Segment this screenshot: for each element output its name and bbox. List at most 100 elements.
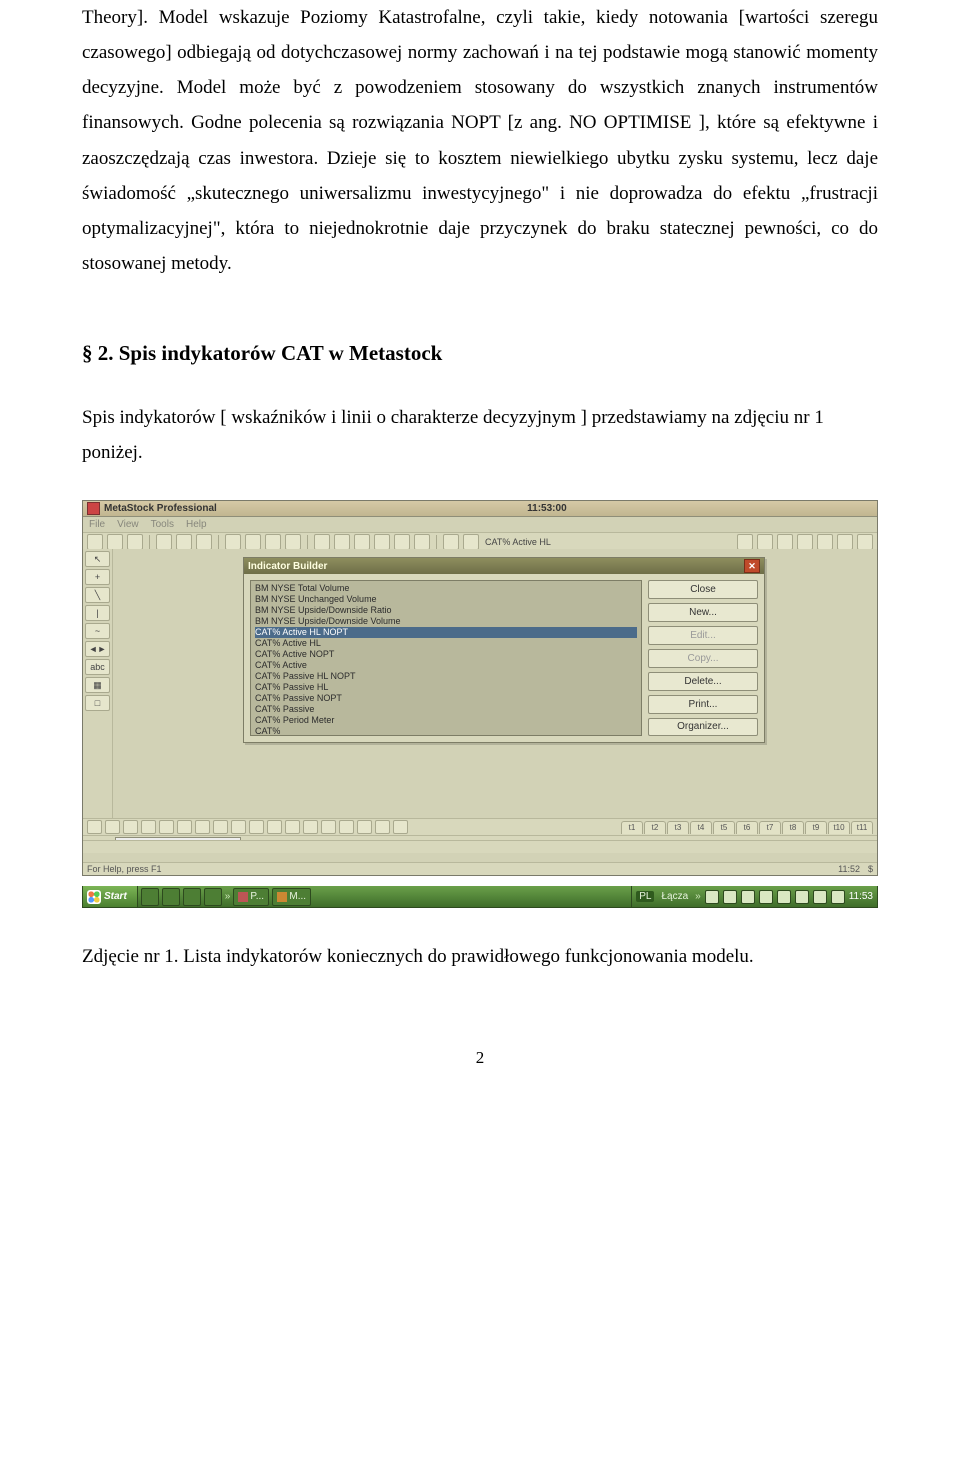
toolbar-button[interactable]	[87, 820, 102, 834]
timeframe-tab[interactable]: t2	[644, 821, 666, 834]
toolbar-button[interactable]	[303, 820, 318, 834]
toolbar-button[interactable]	[267, 820, 282, 834]
palette-box[interactable]: □	[85, 695, 110, 711]
taskbar-task[interactable]: P...	[233, 888, 269, 906]
timeframe-tab[interactable]: t1	[621, 821, 643, 834]
toolbar-button[interactable]	[249, 820, 264, 834]
menu-help[interactable]: Help	[186, 519, 207, 530]
toolbar-button[interactable]	[285, 820, 300, 834]
toolbar-button[interactable]	[737, 534, 753, 550]
palette-text[interactable]: abc	[85, 659, 110, 675]
list-item[interactable]: CAT% Passive HL	[255, 682, 637, 693]
toolbar-button[interactable]	[156, 534, 172, 550]
list-item[interactable]: BM NYSE Upside/Downside Ratio	[255, 605, 637, 616]
network-label[interactable]: Łącza	[658, 891, 691, 902]
toolbar-button[interactable]	[123, 820, 138, 834]
start-button[interactable]: Start	[83, 886, 138, 907]
toolbar-button[interactable]	[393, 820, 408, 834]
delete-button[interactable]: Delete...	[648, 672, 758, 691]
list-item[interactable]: CAT% Passive NOPT	[255, 693, 637, 704]
list-item[interactable]: CAT% Active NOPT	[255, 649, 637, 660]
list-item[interactable]: CAT% Active HL	[255, 638, 637, 649]
toolbar-button[interactable]	[357, 820, 372, 834]
toolbar-button[interactable]	[196, 534, 212, 550]
list-item[interactable]: BM NYSE Upside/Downside Volume	[255, 616, 637, 627]
toolbar-button[interactable]	[265, 534, 281, 550]
quicklaunch-button[interactable]	[183, 888, 201, 906]
toolbar-button[interactable]	[245, 534, 261, 550]
dialog-close-icon[interactable]: ✕	[744, 559, 760, 573]
toolbar-button[interactable]	[195, 820, 210, 834]
toolbar-button[interactable]	[159, 820, 174, 834]
tray-icon[interactable]	[759, 890, 773, 904]
toolbar-button[interactable]	[354, 534, 370, 550]
toolbar-button[interactable]	[177, 820, 192, 834]
toolbar-button[interactable]	[225, 534, 241, 550]
list-item[interactable]: CAT% Passive HL NOPT	[255, 671, 637, 682]
toolbar-button[interactable]	[374, 534, 390, 550]
tray-icon[interactable]	[705, 890, 719, 904]
language-indicator[interactable]: PL	[636, 891, 654, 902]
tray-icon[interactable]	[741, 890, 755, 904]
taskbar-task[interactable]: M...	[272, 888, 311, 906]
timeframe-tab[interactable]: t11	[851, 821, 873, 834]
palette-arrows[interactable]: ◄►	[85, 641, 110, 657]
timeframe-tab[interactable]: t10	[828, 821, 850, 834]
palette-pointer[interactable]: ↖	[85, 551, 110, 567]
organizer-button[interactable]: Organizer...	[648, 718, 758, 737]
toolbar-button[interactable]	[463, 534, 479, 550]
new-button[interactable]: New...	[648, 603, 758, 622]
toolbar-button[interactable]	[757, 534, 773, 550]
list-item[interactable]: CAT% Passive	[255, 704, 637, 715]
toolbar-button[interactable]	[321, 820, 336, 834]
toolbar-button[interactable]	[797, 534, 813, 550]
palette-line[interactable]: ╲	[85, 587, 110, 603]
timeframe-tab[interactable]: t7	[759, 821, 781, 834]
menu-view[interactable]: View	[117, 519, 139, 530]
list-item[interactable]: CAT%	[255, 726, 637, 736]
tray-icon[interactable]	[777, 890, 791, 904]
timeframe-tab[interactable]: t4	[690, 821, 712, 834]
toolbar-button[interactable]	[414, 534, 430, 550]
close-button[interactable]: Close	[648, 580, 758, 599]
toolbar-button[interactable]	[285, 534, 301, 550]
toolbar-button[interactable]	[334, 534, 350, 550]
toolbar-button[interactable]	[176, 534, 192, 550]
list-item[interactable]: BM NYSE Unchanged Volume	[255, 594, 637, 605]
palette-grid[interactable]: ▦	[85, 677, 110, 693]
toolbar-button[interactable]	[314, 534, 330, 550]
tray-icon[interactable]	[795, 890, 809, 904]
tray-icon[interactable]	[723, 890, 737, 904]
toolbar-button[interactable]	[141, 820, 156, 834]
list-item-selected[interactable]: CAT% Active HL NOPT	[255, 627, 637, 638]
edit-button[interactable]: Edit...	[648, 626, 758, 645]
timeframe-tab[interactable]: t6	[736, 821, 758, 834]
list-item[interactable]: CAT% Active	[255, 660, 637, 671]
quicklaunch-button[interactable]	[141, 888, 159, 906]
list-item[interactable]: BM NYSE Total Volume	[255, 583, 637, 594]
palette-wave[interactable]: ~	[85, 623, 110, 639]
print-button[interactable]: Print...	[648, 695, 758, 714]
toolbar-button[interactable]	[339, 820, 354, 834]
toolbar-button[interactable]	[394, 534, 410, 550]
menu-file[interactable]: File	[89, 519, 105, 530]
indicator-listbox[interactable]: BM NYSE Total Volume BM NYSE Unchanged V…	[250, 580, 642, 736]
toolbar-button[interactable]	[837, 534, 853, 550]
toolbar-button[interactable]	[127, 534, 143, 550]
tray-icon[interactable]	[813, 890, 827, 904]
palette-vertical[interactable]: |	[85, 605, 110, 621]
tray-icon[interactable]	[831, 890, 845, 904]
timeframe-tab[interactable]: t3	[667, 821, 689, 834]
timeframe-tab[interactable]: t5	[713, 821, 735, 834]
toolbar-button[interactable]	[777, 534, 793, 550]
toolbar-button[interactable]	[231, 820, 246, 834]
toolbar-button[interactable]	[107, 534, 123, 550]
toolbar-button[interactable]	[817, 534, 833, 550]
quicklaunch-button[interactable]	[162, 888, 180, 906]
copy-button[interactable]: Copy...	[648, 649, 758, 668]
quicklaunch-button[interactable]	[204, 888, 222, 906]
toolbar-button[interactable]	[375, 820, 390, 834]
menu-tools[interactable]: Tools	[151, 519, 174, 530]
timeframe-tab[interactable]: t8	[782, 821, 804, 834]
list-item[interactable]: CAT% Period Meter	[255, 715, 637, 726]
